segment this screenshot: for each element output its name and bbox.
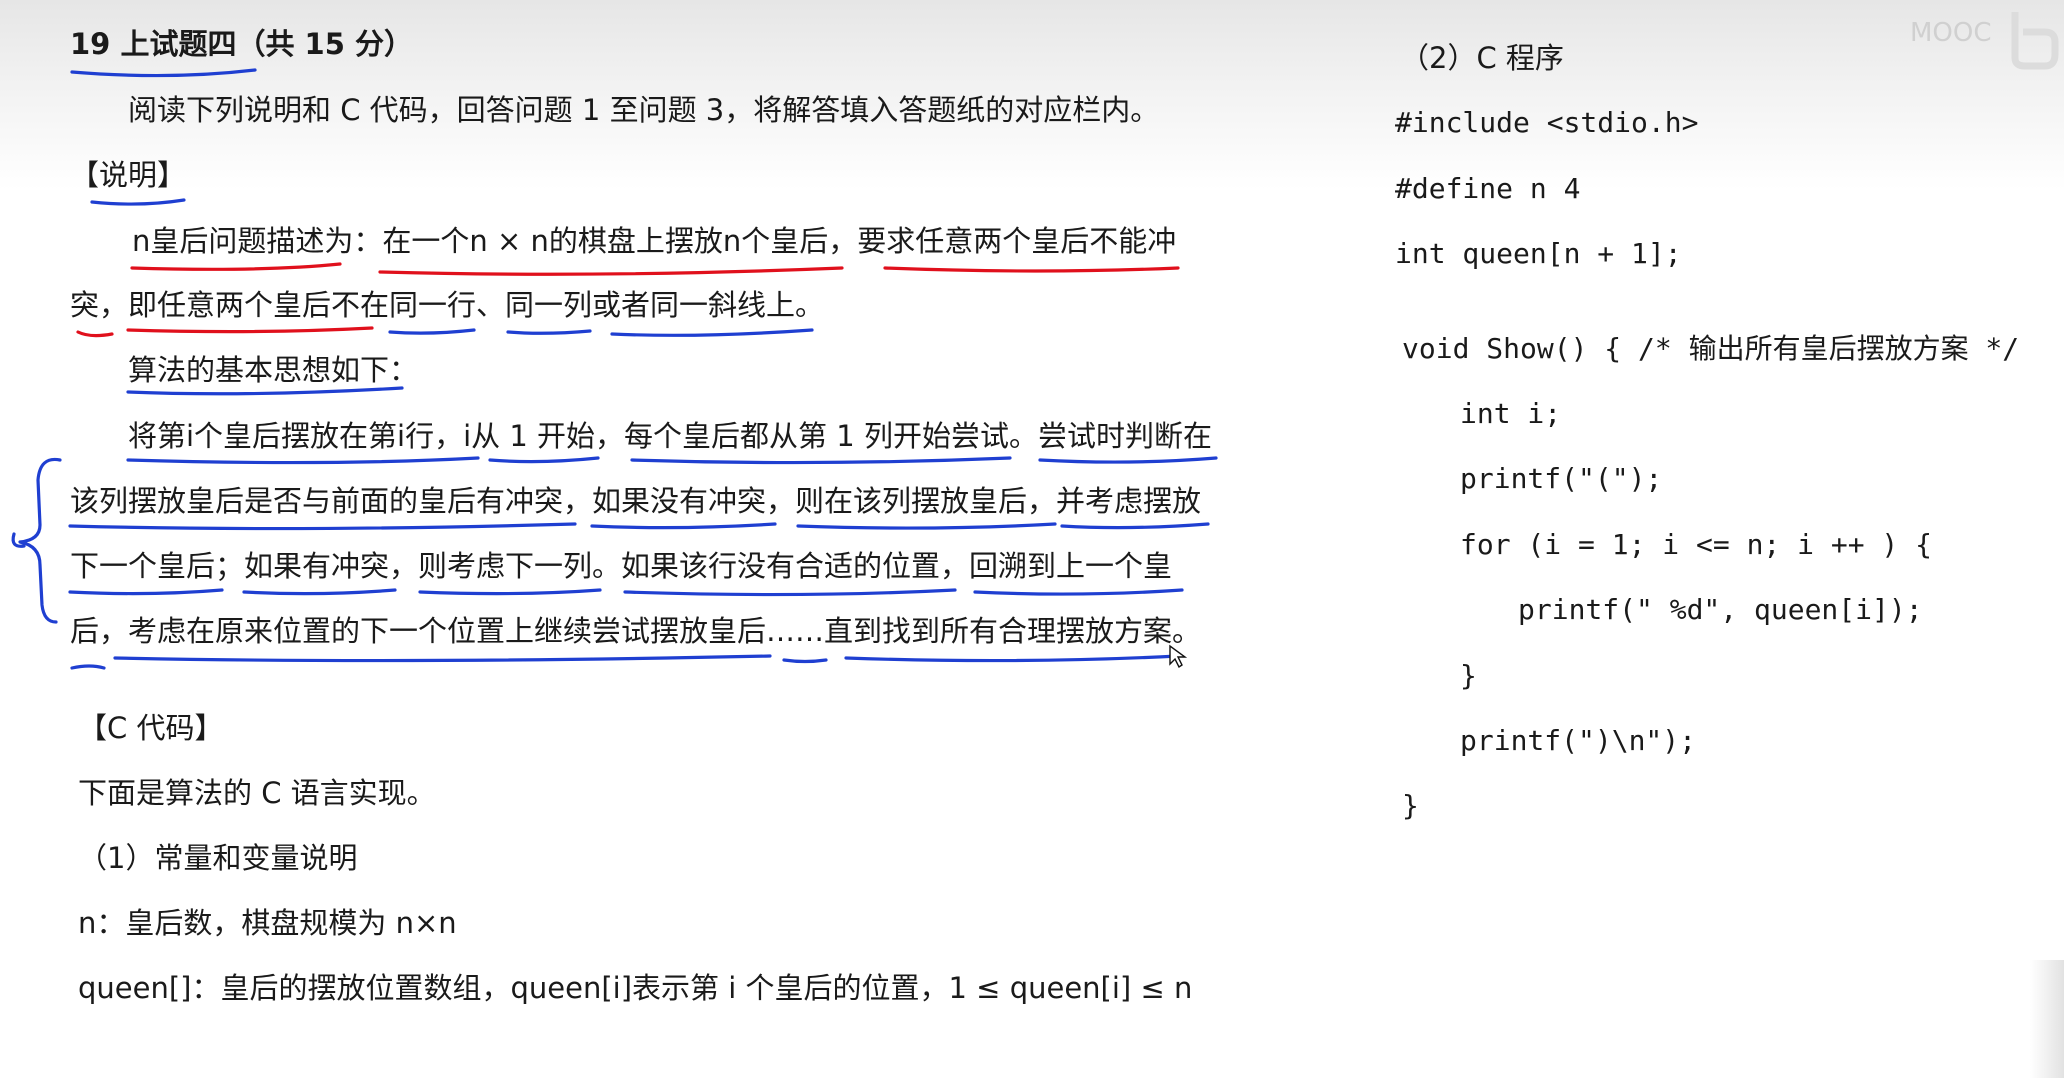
ink-underline-blue-8 <box>1038 456 1218 464</box>
ink-underline-blue-20 <box>844 654 1180 663</box>
ink-mark-small <box>70 664 106 670</box>
ink-underline-blue-19 <box>782 658 828 664</box>
question-title: 19 上试题四（共 15 分） <box>70 27 414 61</box>
subsection-constants: （1）常量和变量说明 <box>78 841 358 875</box>
ink-underline-blue-14 <box>242 588 397 596</box>
ink-underline-blue-10 <box>590 522 777 530</box>
scroll-edge <box>2030 960 2064 1078</box>
code-for-close: } <box>1460 659 1477 692</box>
watermark-logo: MOOC <box>1910 18 1992 48</box>
description-heading: 【说明】 <box>70 158 187 192</box>
code-heading: 【C 代码】 <box>78 711 224 745</box>
corner-logo-icon <box>2011 12 2059 70</box>
ink-underline-blue-5 <box>126 456 480 465</box>
ink-underline-blue-13 <box>68 588 224 596</box>
ink-left-brace <box>18 457 62 624</box>
ink-underline-blue-16 <box>623 588 957 597</box>
ink-underline-blue-1 <box>388 328 476 335</box>
ink-underline-red-4 <box>76 330 114 338</box>
ink-underline-blue-3 <box>610 328 814 337</box>
ink-underline-heading <box>90 198 186 206</box>
program-heading: （2）C 程序 <box>1400 41 1564 75</box>
algorithm-line-2: 该列摆放皇后是否与前面的皇后有冲突，如果没有冲突，则在该列摆放皇后，并考虑摆放 <box>70 484 1202 518</box>
ink-underline-blue-17 <box>973 588 1184 596</box>
ink-underline-red-5 <box>126 326 374 334</box>
description-line-2: 突，即任意两个皇后不在同一行、同一列或者同一斜线上。 <box>70 288 825 322</box>
algorithm-line-1: 将第i个皇后摆放在第i行，i从 1 开始，每个皇后都从第 1 列开始尝试。尝试时… <box>128 419 1212 453</box>
ink-underline-red-2 <box>378 266 844 276</box>
ink-underline-red-1 <box>130 262 342 271</box>
ink-underline-blue-15 <box>418 588 602 596</box>
code-queen-array: int queen[n + 1]; <box>1395 237 1682 270</box>
variable-queen: queen[]：皇后的摆放位置数组，queen[i]表示第 i 个皇后的位置，1… <box>78 971 1193 1005</box>
description-line-1: n皇后问题描述为：在一个n × n的棋盘上摆放n个皇后，要求任意两个皇后不能冲 <box>132 224 1177 258</box>
code-int-i: int i; <box>1460 397 1562 430</box>
mouse-cursor-icon <box>1169 644 1188 669</box>
ink-underline-red-3 <box>883 266 1180 273</box>
ink-underline-blue-4 <box>126 386 404 396</box>
ink-underline-blue-11 <box>796 522 1057 530</box>
algorithm-line-3: 下一个皇后；如果有冲突，则考虑下一列。如果该行没有合适的位置，回溯到上一个皇 <box>70 549 1173 583</box>
code-intro: 下面是算法的 C 语言实现。 <box>78 776 436 810</box>
ink-underline-blue-7 <box>630 456 1012 465</box>
algorithm-line-4: 后，考虑在原来位置的下一个位置上继续尝试摆放皇后……直到找到所有合理摆放方案。 <box>70 614 1202 648</box>
intro-text: 阅读下列说明和 C 代码，回答问题 1 至问题 3，将解答填入答题纸的对应栏内。 <box>128 93 1160 127</box>
code-printf-close: printf(")\n"); <box>1460 724 1697 757</box>
ink-brace-tip <box>11 532 26 548</box>
variable-n: n：皇后数，棋盘规模为 n×n <box>78 906 457 940</box>
code-for-loop: for (i = 1; i <= n; i ++ ) { <box>1460 528 1933 561</box>
ink-underline-blue-2 <box>506 329 592 335</box>
ink-underline-blue-6 <box>488 456 600 464</box>
code-show-close: } <box>1402 789 1419 822</box>
ink-underline-blue-12 <box>1060 522 1210 530</box>
ink-underline-blue-18 <box>113 654 772 663</box>
algorithm-heading: 算法的基本思想如下： <box>128 353 419 387</box>
ink-underline-blue-9 <box>68 522 577 531</box>
code-printf-queen: printf(" %d", queen[i]); <box>1518 593 1923 626</box>
code-define: #define n 4 <box>1395 172 1581 205</box>
code-printf-open: printf("("); <box>1460 462 1663 495</box>
code-include: #include <stdio.h> <box>1395 106 1699 139</box>
code-show-signature: void Show() { /* 输出所有皇后摆放方案 */ <box>1402 332 2020 365</box>
